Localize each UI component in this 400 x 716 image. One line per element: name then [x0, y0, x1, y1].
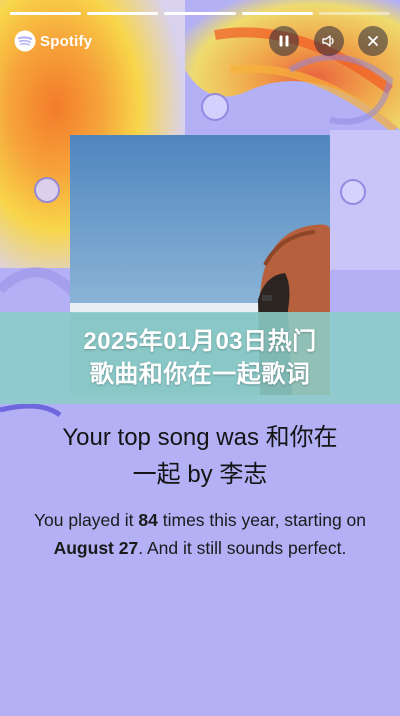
progress-segment — [241, 12, 313, 15]
headline-line-1: Your top song was 和你在 — [62, 424, 338, 451]
close-icon — [368, 36, 378, 46]
play-count: 84 — [138, 510, 158, 530]
sound-button[interactable] — [314, 26, 344, 56]
sound-icon — [322, 35, 334, 47]
stats-prefix: You played it — [33, 510, 139, 530]
play-stats-text: You played it 84 times this year, starti… — [24, 506, 376, 562]
stats-mid: times this year, starting on — [157, 510, 367, 530]
spotify-logo: Spotify — [14, 30, 92, 52]
stats-suffix: . And it still sounds perfect. — [138, 538, 347, 558]
progress-segment — [318, 12, 391, 15]
brand-name: Spotify — [40, 32, 93, 50]
close-button[interactable] — [358, 26, 388, 56]
top-bar: Spotify — [0, 26, 400, 58]
spotify-icon — [14, 30, 36, 52]
pause-button[interactable] — [269, 26, 299, 56]
progress-segment — [10, 12, 82, 15]
progress-segment — [87, 12, 159, 15]
pause-icon — [279, 35, 289, 47]
story-progress-bar — [10, 12, 391, 16]
top-song-headline: Your top song was 和你在 一起 by 李志 — [20, 419, 380, 493]
date-banner: 2025年01月03日热门 歌曲和你在一起歌词 — [0, 312, 400, 404]
start-date: August 27 — [53, 538, 139, 558]
headline-line-2: 一起 by 李志 — [132, 461, 268, 488]
banner-line-1: 2025年01月03日热门 — [83, 328, 317, 355]
progress-segment — [164, 12, 236, 15]
banner-line-2: 歌曲和你在一起歌词 — [89, 361, 311, 388]
